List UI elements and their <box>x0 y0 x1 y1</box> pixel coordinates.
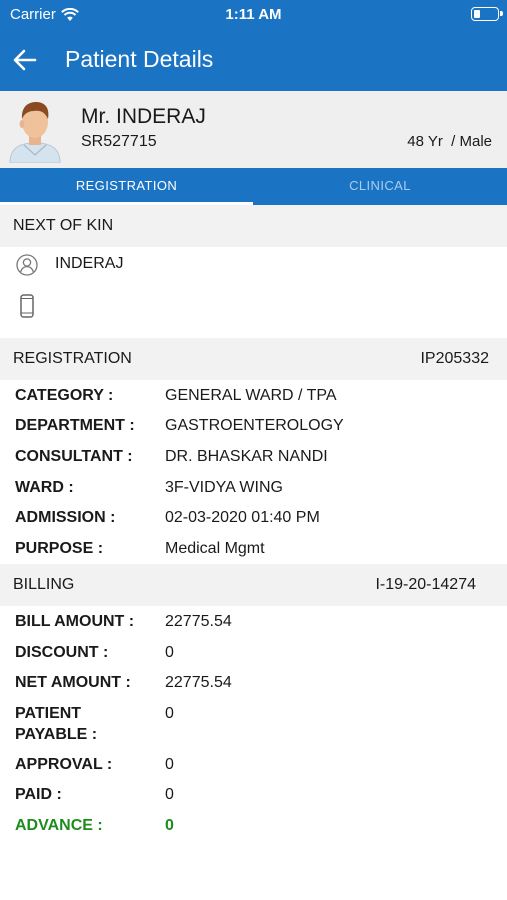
discount-label: DISCOUNT : <box>15 644 109 661</box>
page-title: Patient Details <box>65 46 214 72</box>
discount-value: 0 <box>165 644 174 661</box>
detail-row-advance: ADVANCE : 0 <box>0 815 507 845</box>
detail-row-bill-amount: BILL AMOUNT : 22775.54 <box>0 611 507 641</box>
paid-label: PAID : <box>15 786 62 803</box>
kin-name-row: INDERAJ <box>0 248 507 288</box>
approval-label: APPROVAL : <box>15 756 113 773</box>
tab-clinical[interactable]: CLINICAL <box>253 168 507 205</box>
consultant-label: CONSULTANT : <box>15 448 133 465</box>
registration-header: REGISTRATION IP205332 <box>0 338 507 380</box>
next-of-kin-title: NEXT OF KIN <box>13 217 114 234</box>
purpose-label: PURPOSE : <box>15 540 104 557</box>
detail-row-consultant: CONSULTANT : DR. BHASKAR NANDI <box>0 446 507 476</box>
registration-number: IP205332 <box>420 350 489 367</box>
bill-amount-label: BILL AMOUNT : <box>15 613 135 630</box>
mobile-phone-icon <box>20 294 34 318</box>
patient-age-sex: 48 Yr / Male <box>407 133 492 150</box>
detail-row-patient-payable: PATIENT PAYABLE : 0 <box>0 703 507 753</box>
detail-row-ward: WARD : 3F-VIDYA WING <box>0 477 507 507</box>
department-value: GASTROENTEROLOGY <box>165 417 344 434</box>
back-arrow-icon[interactable] <box>12 45 38 75</box>
patient-header: Mr. INDERAJ SR527715 48 Yr / Male <box>0 91 507 168</box>
patient-avatar-icon <box>9 102 61 163</box>
tab-bar: REGISTRATION CLINICAL <box>0 168 507 205</box>
net-amount-value: 22775.54 <box>165 674 232 691</box>
advance-value: 0 <box>165 817 174 834</box>
ward-value: 3F-VIDYA WING <box>165 479 283 496</box>
purpose-value: Medical Mgmt <box>165 540 265 557</box>
detail-row-net-amount: NET AMOUNT : 22775.54 <box>0 672 507 702</box>
detail-row-admission: ADMISSION : 02-03-2020 01:40 PM <box>0 507 507 537</box>
kin-phone-row <box>0 290 507 330</box>
next-of-kin-header: NEXT OF KIN <box>0 205 507 247</box>
battery-icon <box>471 7 503 21</box>
category-label: CATEGORY : <box>15 387 114 404</box>
detail-row-purpose: PURPOSE : Medical Mgmt <box>0 538 507 564</box>
consultant-value: DR. BHASKAR NANDI <box>165 448 328 465</box>
patient-payable-label: PATIENT PAYABLE : <box>15 705 98 743</box>
status-time: 1:11 AM <box>225 6 282 23</box>
paid-value: 0 <box>165 786 174 803</box>
detail-row-discount: DISCOUNT : 0 <box>0 642 507 672</box>
person-icon <box>16 254 38 276</box>
patient-id: SR527715 <box>81 133 157 150</box>
patient-name: Mr. INDERAJ <box>81 105 206 128</box>
tab-registration[interactable]: REGISTRATION <box>0 168 253 205</box>
status-bar: Carrier 1:11 AM <box>0 0 507 30</box>
detail-row-paid: PAID : 0 <box>0 784 507 814</box>
net-amount-label: NET AMOUNT : <box>15 674 131 691</box>
admission-value: 02-03-2020 01:40 PM <box>165 509 320 526</box>
bill-amount-value: 22775.54 <box>165 613 232 630</box>
billing-title: BILLING <box>13 576 75 593</box>
approval-value: 0 <box>165 756 174 773</box>
ward-label: WARD : <box>15 479 74 496</box>
billing-header: BILLING I-19-20-14274 <box>0 564 507 606</box>
category-value: GENERAL WARD / TPA <box>165 387 337 404</box>
detail-row-approval: APPROVAL : 0 <box>0 754 507 784</box>
detail-row-category: CATEGORY : GENERAL WARD / TPA <box>0 385 507 415</box>
navigation-bar: Patient Details <box>0 30 507 91</box>
registration-title: REGISTRATION <box>13 350 132 367</box>
patient-payable-value: 0 <box>165 705 174 722</box>
department-label: DEPARTMENT : <box>15 417 135 434</box>
advance-label: ADVANCE : <box>15 817 103 834</box>
kin-name: INDERAJ <box>55 255 124 272</box>
bill-number: I-19-20-14274 <box>375 576 476 593</box>
admission-label: ADMISSION : <box>15 509 116 526</box>
detail-row-department: DEPARTMENT : GASTROENTEROLOGY <box>0 415 507 445</box>
